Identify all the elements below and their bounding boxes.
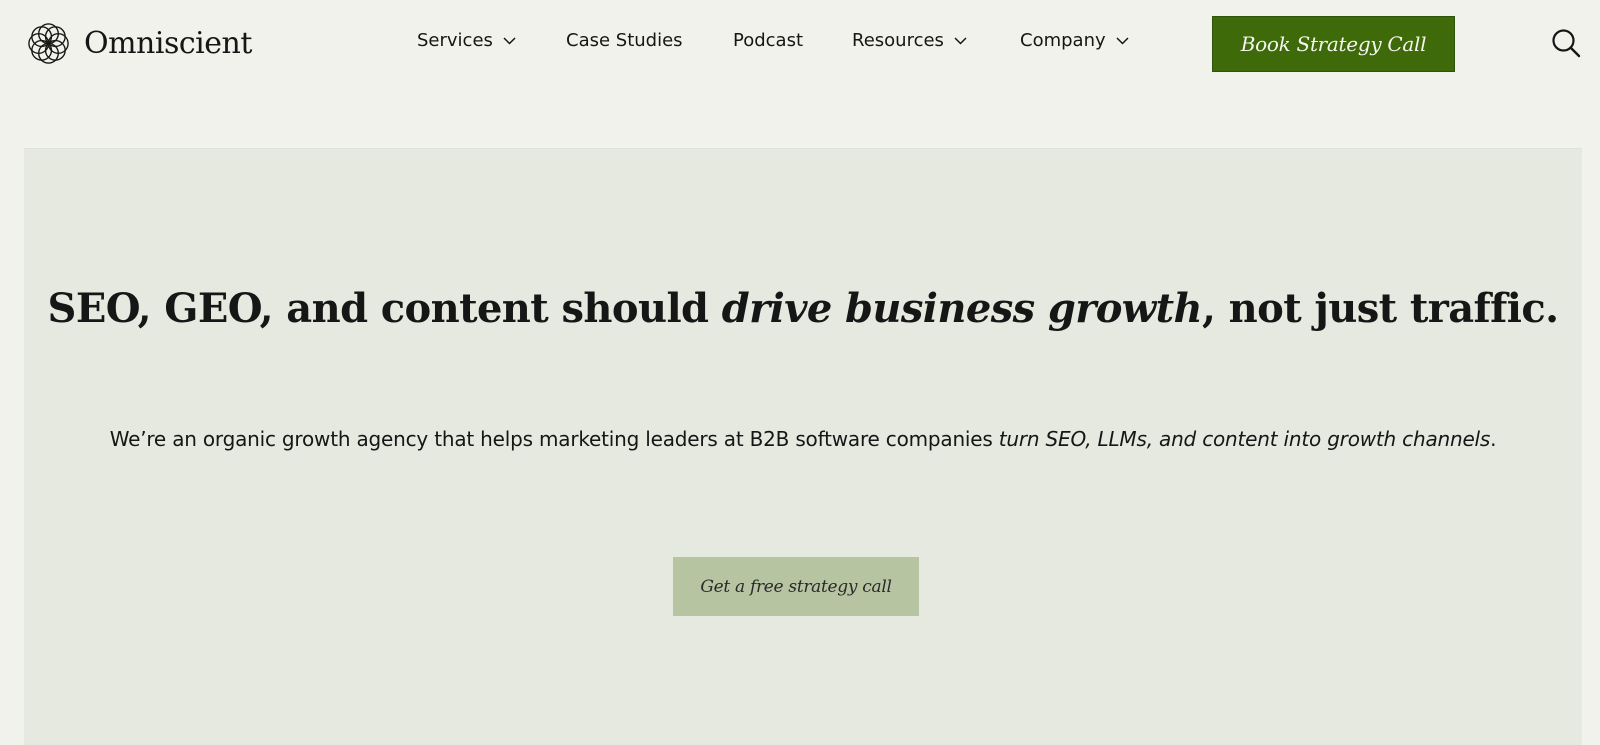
- nav-item-label: Podcast: [733, 30, 804, 51]
- hero-subheadline: We’re an organic growth agency that help…: [24, 419, 1582, 460]
- chevron-down-icon: [954, 36, 967, 45]
- search-icon[interactable]: [1550, 27, 1582, 59]
- hero-headline-part1: SEO, GEO, and content should: [47, 285, 722, 332]
- nav-item-case-studies[interactable]: Case Studies: [566, 30, 683, 51]
- hero-subheadline-part1: We’re an organic growth agency that help…: [109, 427, 999, 451]
- button-label: Book Strategy Call: [1240, 32, 1427, 56]
- nav-item-label: Company: [1020, 30, 1106, 51]
- hero-headline: SEO, GEO, and content should drive busin…: [24, 285, 1582, 333]
- nav-item-company[interactable]: Company: [1020, 30, 1129, 51]
- nav-item-resources[interactable]: Resources: [852, 30, 967, 51]
- hero-subheadline-part2: .: [1490, 427, 1497, 451]
- logo-link[interactable]: Omniscient: [25, 20, 252, 67]
- nav-item-label: Case Studies: [566, 30, 683, 51]
- site-header: Omniscient Services Case Studies Podcast…: [0, 0, 1600, 88]
- nav-item-services[interactable]: Services: [417, 30, 516, 51]
- nav-item-podcast[interactable]: Podcast: [733, 30, 803, 51]
- button-label: Get a free strategy call: [700, 576, 892, 597]
- hero-section: SEO, GEO, and content should drive busin…: [24, 148, 1582, 745]
- hero-headline-part2: , not just traffic.: [1201, 285, 1559, 332]
- chevron-down-icon: [1116, 36, 1129, 45]
- hero-headline-emphasis: drive business growth: [721, 285, 1203, 332]
- brand-name: Omniscient: [84, 26, 252, 61]
- interlaced-circles-logo-icon: [28, 23, 69, 64]
- hero-subheadline-emphasis: turn SEO, LLMs, and content into growth …: [998, 427, 1491, 451]
- book-strategy-call-button[interactable]: Book Strategy Call: [1212, 16, 1455, 72]
- nav-item-label: Services: [417, 30, 493, 51]
- chevron-down-icon: [503, 36, 516, 45]
- nav-item-label: Resources: [852, 30, 944, 51]
- get-free-strategy-call-button[interactable]: Get a free strategy call: [673, 557, 919, 616]
